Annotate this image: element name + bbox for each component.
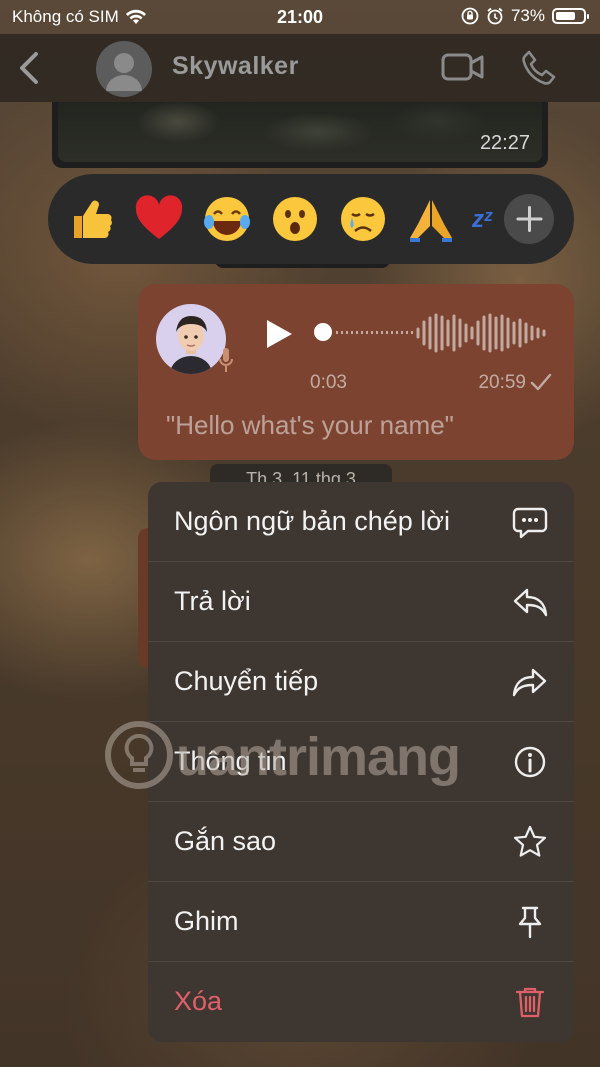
pin-icon (518, 906, 542, 939)
pray-reaction[interactable] (404, 192, 458, 246)
alarm-icon (487, 7, 503, 25)
waveform (416, 313, 546, 353)
menu-item-forward[interactable]: Chuyển tiếp (148, 642, 574, 722)
playback-track (336, 331, 416, 334)
thumbs-up-reaction[interactable] (64, 192, 118, 246)
sleep-glyph: zᶻ (472, 206, 492, 233)
battery-percent: 73% (510, 6, 545, 25)
menu-item-label: Xóa (174, 986, 223, 1016)
contact-avatar[interactable] (96, 41, 152, 97)
video-call-icon[interactable] (440, 50, 486, 84)
menu-item-delete[interactable]: Xóa (148, 962, 574, 1042)
crying-reaction[interactable] (336, 192, 390, 246)
speech-bubble-icon (512, 507, 548, 539)
sent-check-icon (530, 373, 552, 391)
voice-time: 20:59 (478, 372, 526, 393)
image-message[interactable]: 22:27 (52, 102, 548, 168)
phone-icon[interactable] (520, 48, 558, 86)
reaction-bar: zᶻ (48, 174, 574, 264)
microphone-icon (219, 348, 233, 372)
menu-item-transcript-language[interactable]: Ngôn ngữ bản chép lời (148, 482, 574, 562)
context-menu: Ngôn ngữ bản chép lời Trả lời Chuyển tiế… (148, 482, 574, 1042)
menu-item-star[interactable]: Gắn sao (148, 802, 574, 882)
back-chevron-icon[interactable] (14, 48, 44, 88)
contact-name[interactable]: Skywalker (172, 52, 299, 81)
image-thumbnail (58, 102, 542, 162)
voice-message[interactable]: 0:03 20:59 "Hello what's your name" (138, 284, 574, 460)
star-icon (513, 825, 547, 857)
playback-scrubber[interactable] (314, 323, 332, 341)
voice-transcript: "Hello what's your name" (166, 410, 454, 440)
orientation-lock-icon (461, 7, 479, 25)
menu-item-label: Ngôn ngữ bản chép lời (174, 506, 450, 536)
info-icon (514, 746, 546, 778)
forward-icon (512, 668, 547, 697)
trash-icon (515, 987, 545, 1018)
chat-header: Skywalker (0, 34, 600, 102)
menu-item-reply[interactable]: Trả lời (148, 562, 574, 642)
battery-fill (556, 12, 575, 20)
menu-item-info[interactable]: Thông tin (148, 722, 574, 802)
menu-item-pin[interactable]: Ghim (148, 882, 574, 962)
memoji-avatar (170, 316, 212, 374)
voice-duration: 0:03 (310, 372, 347, 393)
surprised-reaction[interactable] (268, 192, 322, 246)
menu-item-label: Ghim (174, 906, 239, 936)
status-bar: Không có SIM 21:00 73% (0, 0, 600, 34)
status-right: 73% (461, 6, 589, 26)
sender-avatar (156, 304, 226, 374)
menu-item-label: Chuyển tiếp (174, 666, 319, 696)
menu-item-label: Thông tin (174, 746, 287, 776)
play-icon[interactable] (264, 318, 294, 350)
add-reaction-button[interactable] (504, 194, 554, 244)
sleep-reaction[interactable]: zᶻ (468, 192, 504, 246)
heart-reaction[interactable] (132, 192, 186, 246)
reply-icon (513, 588, 548, 617)
person-silhouette-icon (106, 53, 142, 91)
laughing-reaction[interactable] (200, 192, 254, 246)
menu-item-label: Trả lời (174, 586, 251, 616)
battery-icon (552, 8, 589, 24)
image-message-time: 22:27 (479, 132, 530, 154)
menu-item-label: Gắn sao (174, 826, 277, 856)
